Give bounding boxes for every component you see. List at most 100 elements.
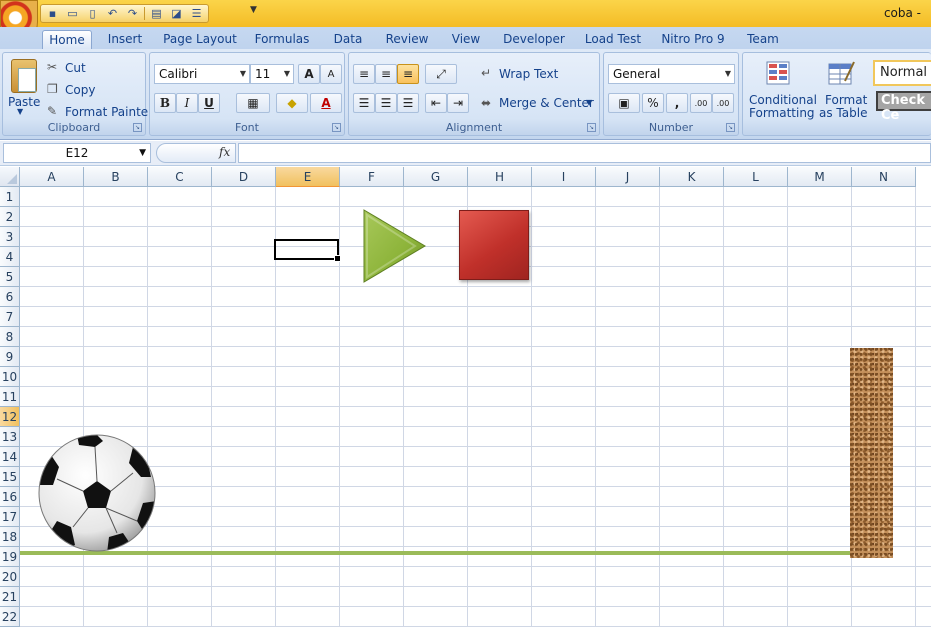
open-folder-icon[interactable]: ▭ bbox=[64, 6, 81, 21]
font-color-button[interactable]: A bbox=[310, 93, 342, 113]
print-preview-icon[interactable]: ◪ bbox=[168, 6, 185, 21]
percent-button[interactable]: % bbox=[642, 93, 664, 113]
tab-team[interactable]: Team bbox=[742, 30, 784, 49]
print-icon[interactable]: ▤ bbox=[148, 6, 165, 21]
format-as-table-button[interactable]: Format bbox=[825, 93, 867, 107]
column-header-f[interactable]: F bbox=[340, 167, 404, 187]
customize-qat-icon[interactable]: ▼ bbox=[250, 5, 257, 15]
soccer-ball[interactable] bbox=[37, 433, 157, 553]
merge-center-button[interactable]: Merge & Center bbox=[499, 96, 594, 110]
undo-icon[interactable]: ↶ bbox=[104, 6, 121, 21]
column-header-d[interactable]: D bbox=[212, 167, 276, 187]
tab-data[interactable]: Data bbox=[328, 30, 368, 49]
row-header-21[interactable]: 21 bbox=[0, 587, 20, 607]
paste-button[interactable]: Paste bbox=[8, 95, 40, 109]
column-header-h[interactable]: H bbox=[468, 167, 532, 187]
align-bottom-button[interactable]: ≡ bbox=[397, 64, 419, 84]
save-icon[interactable]: ▪ bbox=[44, 6, 61, 21]
shrink-font-button[interactable]: A bbox=[320, 64, 342, 84]
column-header-m[interactable]: M bbox=[788, 167, 852, 187]
borders-button[interactable]: ▦ bbox=[236, 93, 270, 113]
column-header-l[interactable]: L bbox=[724, 167, 788, 187]
row-header-16[interactable]: 16 bbox=[0, 487, 20, 507]
paste-icon[interactable] bbox=[11, 59, 37, 93]
row-header-5[interactable]: 5 bbox=[0, 267, 20, 287]
column-header-i[interactable]: I bbox=[532, 167, 596, 187]
tab-view[interactable]: View bbox=[446, 30, 486, 49]
paste-dropdown-icon[interactable]: ▼ bbox=[17, 107, 23, 116]
number-launcher-icon[interactable]: ↘ bbox=[726, 123, 735, 132]
row-header-22[interactable]: 22 bbox=[0, 607, 20, 627]
underline-button[interactable]: U bbox=[198, 93, 220, 113]
row-header-4[interactable]: 4 bbox=[0, 247, 20, 267]
format-as-table-button-line2[interactable]: as Table bbox=[819, 106, 867, 120]
formula-input[interactable] bbox=[238, 143, 931, 163]
increase-decimal-button[interactable]: .00 bbox=[690, 93, 712, 113]
font-size-select[interactable]: 11 ▼ bbox=[250, 64, 294, 84]
new-document-icon[interactable]: ▯ bbox=[84, 6, 101, 21]
style-check-cell[interactable]: Check Ce bbox=[876, 91, 931, 123]
tab-insert[interactable]: Insert bbox=[100, 30, 150, 49]
row-header-10[interactable]: 10 bbox=[0, 367, 20, 387]
align-middle-button[interactable]: ≡ bbox=[375, 64, 397, 84]
row-header-3[interactable]: 3 bbox=[0, 227, 20, 247]
row-header-8[interactable]: 8 bbox=[0, 327, 20, 347]
row-header-6[interactable]: 6 bbox=[0, 287, 20, 307]
currency-button[interactable]: ▣ bbox=[608, 93, 640, 113]
column-header-a[interactable]: A bbox=[20, 167, 84, 187]
row-header-13[interactable]: 13 bbox=[0, 427, 20, 447]
row-header-17[interactable]: 17 bbox=[0, 507, 20, 527]
play-shape[interactable] bbox=[363, 209, 429, 285]
column-header-g[interactable]: G bbox=[404, 167, 468, 187]
grow-font-button[interactable]: A bbox=[298, 64, 320, 84]
merge-dropdown-icon[interactable]: ▼ bbox=[586, 98, 592, 107]
row-header-11[interactable]: 11 bbox=[0, 387, 20, 407]
row-header-12[interactable]: 12 bbox=[0, 407, 20, 427]
select-all-button[interactable] bbox=[0, 167, 20, 187]
column-header-k[interactable]: K bbox=[660, 167, 724, 187]
format-icon[interactable]: ☰ bbox=[188, 6, 205, 21]
tab-formulas[interactable]: Formulas bbox=[252, 30, 312, 49]
conditional-formatting-button[interactable]: Conditional bbox=[749, 93, 817, 107]
align-center-button[interactable]: ☰ bbox=[375, 93, 397, 113]
redo-icon[interactable]: ↷ bbox=[124, 6, 141, 21]
insert-function-button[interactable]: fx bbox=[219, 145, 230, 159]
column-header-j[interactable]: J bbox=[596, 167, 660, 187]
increase-indent-button[interactable]: ⇥ bbox=[447, 93, 469, 113]
cut-button[interactable]: Cut bbox=[65, 61, 86, 75]
clipboard-launcher-icon[interactable]: ↘ bbox=[133, 123, 142, 132]
row-header-9[interactable]: 9 bbox=[0, 347, 20, 367]
align-right-button[interactable]: ☰ bbox=[397, 93, 419, 113]
tab-page-layout[interactable]: Page Layout bbox=[160, 30, 240, 49]
decrease-indent-button[interactable]: ⇤ bbox=[425, 93, 447, 113]
orientation-button[interactable]: ⤢ bbox=[425, 64, 457, 84]
name-box-dropdown-icon[interactable]: ▼ bbox=[139, 144, 146, 162]
column-header-e[interactable]: E bbox=[276, 167, 340, 187]
format-painter-button[interactable]: Format Painter bbox=[65, 105, 153, 119]
style-normal[interactable]: Normal bbox=[873, 60, 931, 86]
row-header-18[interactable]: 18 bbox=[0, 527, 20, 547]
align-top-button[interactable]: ≡ bbox=[353, 64, 375, 84]
tab-nitro-pro[interactable]: Nitro Pro 9 bbox=[656, 30, 730, 49]
fill-color-button[interactable]: ◆ bbox=[276, 93, 308, 113]
column-header-c[interactable]: C bbox=[148, 167, 212, 187]
name-box[interactable]: E12 ▼ bbox=[3, 143, 151, 163]
tab-home[interactable]: Home bbox=[42, 30, 92, 49]
row-header-14[interactable]: 14 bbox=[0, 447, 20, 467]
column-header-b[interactable]: B bbox=[84, 167, 148, 187]
tab-load-test[interactable]: Load Test bbox=[580, 30, 646, 49]
copy-button[interactable]: Copy bbox=[65, 83, 95, 97]
row-header-20[interactable]: 20 bbox=[0, 567, 20, 587]
align-left-button[interactable]: ☰ bbox=[353, 93, 375, 113]
wrap-text-button[interactable]: Wrap Text bbox=[499, 67, 558, 81]
stop-shape[interactable] bbox=[459, 210, 529, 280]
tab-review[interactable]: Review bbox=[380, 30, 434, 49]
font-name-select[interactable]: Calibri ▼ bbox=[154, 64, 250, 84]
comma-button[interactable]: , bbox=[666, 93, 688, 113]
alignment-launcher-icon[interactable]: ↘ bbox=[587, 123, 596, 132]
row-header-1[interactable]: 1 bbox=[0, 187, 20, 207]
row-header-2[interactable]: 2 bbox=[0, 207, 20, 227]
conditional-formatting-button-line2[interactable]: Formatting bbox=[749, 106, 815, 120]
row-header-19[interactable]: 19 bbox=[0, 547, 20, 567]
row-header-7[interactable]: 7 bbox=[0, 307, 20, 327]
